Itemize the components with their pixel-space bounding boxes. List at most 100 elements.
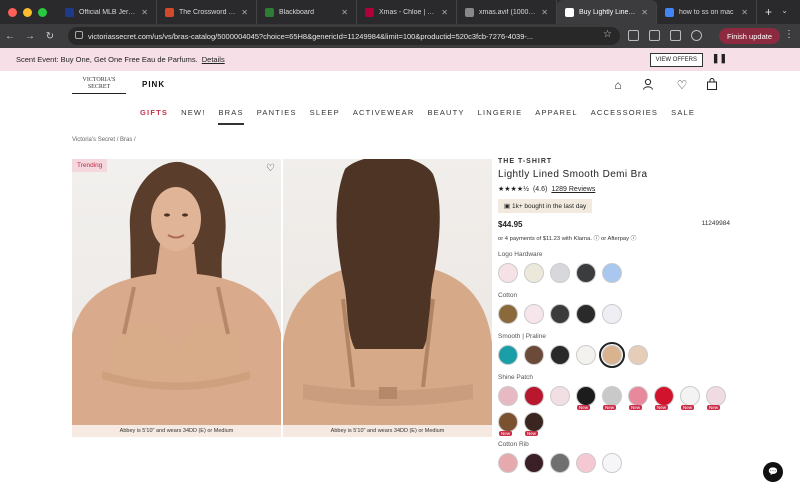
browser-tab[interactable]: The Crossword — T ✕ bbox=[157, 0, 257, 24]
color-swatch[interactable]: New bbox=[576, 386, 596, 410]
site-info-icon[interactable] bbox=[75, 31, 83, 39]
swatch-group-label: Logo Hardware bbox=[498, 251, 543, 258]
shopping-bag-icon[interactable] bbox=[706, 78, 722, 92]
browser-tab[interactable]: Blackboard ✕ bbox=[257, 0, 357, 24]
color-swatch[interactable] bbox=[524, 304, 544, 324]
wishlist-heart-icon[interactable]: ♡ bbox=[266, 163, 275, 174]
nav-item-sale[interactable]: SALE bbox=[671, 108, 695, 125]
promo-details-link[interactable]: Details bbox=[202, 55, 225, 64]
new-badge: New bbox=[499, 431, 513, 436]
nav-item-sleep[interactable]: SLEEP bbox=[310, 108, 340, 125]
color-swatch[interactable] bbox=[576, 263, 596, 283]
image-caption: Abbey is 5'10" and wears 34DD (E) or Med… bbox=[283, 425, 492, 437]
nav-item-panties[interactable]: PANTIES bbox=[257, 108, 297, 125]
header-icons: ⌂ ♡ bbox=[610, 78, 722, 92]
account-icon[interactable] bbox=[642, 78, 658, 92]
minimize-window-button[interactable] bbox=[23, 7, 32, 17]
close-tab-icon[interactable]: ✕ bbox=[141, 8, 148, 17]
browser-tab[interactable]: xmas.avif (1000×15 ✕ bbox=[457, 0, 557, 24]
cast-icon[interactable] bbox=[649, 30, 660, 41]
nav-item-new[interactable]: NEW! bbox=[181, 108, 205, 125]
wishlist-heart-icon[interactable]: ♡ bbox=[674, 78, 690, 92]
close-tab-icon[interactable]: ✕ bbox=[541, 8, 548, 17]
color-swatch[interactable] bbox=[550, 345, 570, 365]
color-swatch[interactable] bbox=[628, 345, 648, 365]
color-swatch[interactable] bbox=[550, 304, 570, 324]
color-swatch[interactable]: New bbox=[524, 412, 544, 436]
color-swatch[interactable]: New bbox=[628, 386, 648, 410]
nav-item-activewear[interactable]: ACTIVEWEAR bbox=[353, 108, 415, 125]
address-bar[interactable]: victoriassecret.com/us/vs/bras-catalog/5… bbox=[68, 27, 620, 45]
color-swatch[interactable] bbox=[498, 304, 518, 324]
reload-button[interactable]: ↻ bbox=[40, 31, 60, 42]
close-tab-icon[interactable]: ✕ bbox=[741, 8, 748, 17]
new-tab-button[interactable]: + bbox=[757, 5, 772, 19]
tab-favicon-icon bbox=[465, 7, 474, 17]
browser-tab[interactable]: Buy Lightly Lined S ✕ bbox=[557, 0, 657, 24]
color-swatch[interactable] bbox=[602, 263, 622, 283]
nav-item-apparel[interactable]: APPAREL bbox=[535, 108, 577, 125]
extension-icons bbox=[628, 30, 702, 41]
color-swatch[interactable]: New bbox=[602, 386, 622, 410]
color-swatch[interactable]: New bbox=[654, 386, 674, 410]
color-swatch[interactable] bbox=[602, 304, 622, 324]
color-swatch[interactable] bbox=[576, 453, 596, 473]
nav-item-beauty[interactable]: BEAUTY bbox=[427, 108, 464, 125]
color-swatch[interactable] bbox=[498, 453, 518, 473]
download-icon[interactable] bbox=[670, 30, 681, 41]
color-swatch[interactable]: New bbox=[498, 412, 518, 436]
color-swatch[interactable] bbox=[550, 453, 570, 473]
color-swatch[interactable] bbox=[498, 345, 518, 365]
close-tab-icon[interactable]: ✕ bbox=[641, 8, 648, 17]
close-window-button[interactable] bbox=[8, 7, 17, 17]
browser-tab[interactable]: Official MLB Jersey ✕ bbox=[57, 0, 157, 24]
color-swatch[interactable] bbox=[550, 386, 570, 406]
pause-icon[interactable]: ❚❚ bbox=[712, 53, 727, 64]
installment-info[interactable]: or 4 payments of $11.23 with Klarna. ⓘ o… bbox=[498, 233, 730, 242]
pink-logo[interactable]: PINK bbox=[142, 80, 165, 89]
color-swatch[interactable]: New bbox=[706, 386, 726, 410]
forward-button[interactable]: → bbox=[20, 31, 40, 42]
nav-item-gifts[interactable]: GIFTS bbox=[140, 108, 168, 125]
color-swatch[interactable] bbox=[602, 453, 622, 473]
profile-icon[interactable] bbox=[691, 30, 702, 41]
product-price: $44.95 bbox=[498, 220, 523, 229]
zoom-window-button[interactable] bbox=[38, 7, 47, 17]
nav-item-bras[interactable]: BRAS bbox=[218, 108, 244, 125]
extension-icon[interactable] bbox=[628, 30, 639, 41]
color-swatch[interactable] bbox=[498, 386, 518, 406]
close-tab-icon[interactable]: ✕ bbox=[441, 8, 448, 17]
close-tab-icon[interactable]: ✕ bbox=[241, 8, 248, 17]
color-swatch[interactable] bbox=[550, 263, 570, 283]
trending-badge: Trending bbox=[72, 159, 108, 172]
product-image-back[interactable]: Abbey is 5'10" and wears 34DD (E) or Med… bbox=[283, 159, 492, 437]
color-swatch[interactable] bbox=[524, 386, 544, 406]
tab-search-icon[interactable]: ⌄ bbox=[781, 6, 788, 15]
color-swatch[interactable] bbox=[576, 304, 596, 324]
vs-logo[interactable]: VICTORIA'S SECRET bbox=[72, 77, 126, 94]
reviews-link[interactable]: 1289 Reviews bbox=[551, 186, 595, 193]
chat-icon[interactable]: 💬 bbox=[763, 462, 783, 482]
finish-update-button[interactable]: Finish update bbox=[718, 28, 780, 44]
browser-menu-icon[interactable]: ⋮ bbox=[784, 29, 794, 40]
browser-tab[interactable]: how to ss on mac ✕ bbox=[657, 0, 757, 24]
bookmark-star-icon[interactable]: ☆ bbox=[603, 29, 612, 40]
breadcrumb[interactable]: Victoria's Secret / Bras / bbox=[72, 137, 136, 143]
view-offers-button[interactable]: VIEW OFFERS bbox=[649, 53, 703, 67]
swatch-row bbox=[498, 263, 730, 283]
nav-item-accessories[interactable]: ACCESSORIES bbox=[591, 108, 658, 125]
nav-item-lingerie[interactable]: LINGERIE bbox=[478, 108, 523, 125]
color-swatch[interactable] bbox=[524, 345, 544, 365]
color-swatch[interactable] bbox=[524, 263, 544, 283]
store-locator-icon[interactable]: ⌂ bbox=[610, 78, 626, 92]
product-image-front[interactable]: Trending ♡ Abbey is 5'10" and wears 34DD… bbox=[72, 159, 281, 437]
color-swatch[interactable] bbox=[524, 453, 544, 473]
color-swatch[interactable] bbox=[599, 342, 625, 368]
close-tab-icon[interactable]: ✕ bbox=[341, 8, 348, 17]
color-swatch[interactable] bbox=[498, 263, 518, 283]
color-swatch[interactable]: New bbox=[680, 386, 700, 410]
color-swatch[interactable] bbox=[576, 345, 596, 365]
browser-tab[interactable]: Xmas - Chloe | List ✕ bbox=[357, 0, 457, 24]
product-collection[interactable]: THE T-SHIRT bbox=[498, 158, 730, 165]
back-button[interactable]: ← bbox=[0, 31, 20, 42]
